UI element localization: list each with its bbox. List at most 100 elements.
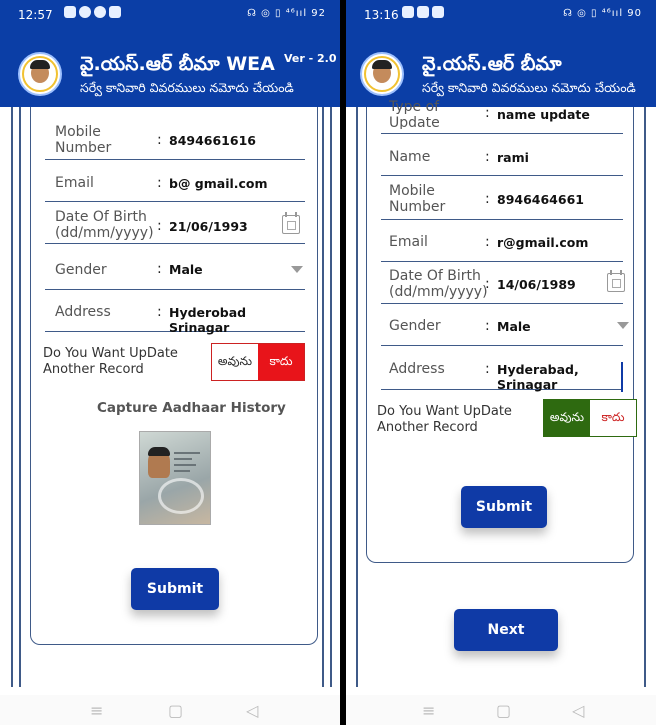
colon: : bbox=[485, 276, 490, 292]
app-logo bbox=[360, 52, 404, 96]
colon: : bbox=[157, 218, 162, 234]
calendar-icon[interactable] bbox=[282, 212, 300, 234]
menu-icon[interactable]: ≡ bbox=[422, 701, 435, 720]
form-card: Mobile Number : 8494661616 Email : b@ gm… bbox=[30, 107, 318, 645]
yes-option[interactable]: అవును bbox=[212, 344, 258, 380]
address-row[interactable]: Address : Hyderabad, Srinagar bbox=[381, 347, 623, 392]
colon: : bbox=[485, 318, 490, 334]
name-label: Name bbox=[389, 149, 431, 165]
status-bar: 12:57 ☊ ◎ ▯ ⁴⁶ııl 92 bbox=[0, 0, 340, 30]
gender-label: Gender bbox=[55, 262, 107, 278]
mobile-label: Mobile Number bbox=[389, 183, 446, 215]
name-row[interactable]: Name : rami bbox=[381, 135, 623, 176]
app-header: 13:16 ☊ ◎ ▯ ⁴⁶ııl 90 వై.యస్.ఆర్ బీమా సర్… bbox=[346, 0, 656, 107]
update-question: Do You Want UpDate Another Record bbox=[43, 346, 178, 377]
colon: : bbox=[485, 149, 490, 165]
mobile-value[interactable]: 8946464661 bbox=[497, 192, 584, 207]
type-row[interactable]: Type of Update : name update bbox=[381, 99, 623, 134]
chevron-down-icon[interactable] bbox=[617, 322, 629, 329]
dob-row[interactable]: Date Of Birth (dd/mm/yyyy) : 14/06/1989 bbox=[381, 263, 625, 304]
phone-screen-right: 13:16 ☊ ◎ ▯ ⁴⁶ııl 90 వై.యస్.ఆర్ బీమా సర్… bbox=[346, 0, 656, 725]
calendar-icon[interactable] bbox=[607, 270, 625, 292]
colon: : bbox=[157, 304, 162, 320]
chevron-down-icon[interactable] bbox=[291, 266, 303, 273]
notification-icons bbox=[402, 6, 444, 18]
email-label: Email bbox=[55, 175, 94, 191]
menu-icon[interactable]: ≡ bbox=[90, 701, 103, 720]
back-icon[interactable]: ◁ bbox=[572, 701, 584, 720]
mobile-row[interactable]: Mobile Number : 8494661616 bbox=[45, 107, 305, 160]
colon: : bbox=[157, 132, 162, 148]
dob-value[interactable]: 14/06/1989 bbox=[497, 277, 576, 292]
app-subtitle: సర్వే కానివారి వివరములు నమోదు చేయండి bbox=[80, 80, 294, 95]
back-icon[interactable]: ◁ bbox=[246, 701, 258, 720]
app-title: వై.యస్.ఆర్ బీమా WEA bbox=[80, 53, 275, 75]
colon: : bbox=[157, 175, 162, 191]
gender-value[interactable]: Male bbox=[497, 319, 531, 334]
gender-row[interactable]: Gender : Male bbox=[45, 245, 305, 290]
colon: : bbox=[485, 105, 490, 121]
colon: : bbox=[485, 234, 490, 250]
yes-option[interactable]: అవును bbox=[544, 400, 590, 436]
home-icon[interactable]: ▢ bbox=[168, 701, 183, 720]
email-label: Email bbox=[389, 234, 428, 250]
mobile-value[interactable]: 8494661616 bbox=[169, 133, 256, 148]
status-time: 13:16 bbox=[364, 8, 399, 22]
gender-row[interactable]: Gender : Male bbox=[381, 305, 629, 346]
address-row[interactable]: Address : Hyderobad Srinagar bbox=[45, 291, 305, 335]
cloud-icon bbox=[417, 6, 429, 18]
app-header: 12:57 ☊ ◎ ▯ ⁴⁶ııl 92 వై.యస్.ఆర్ బీమా WEA… bbox=[0, 0, 340, 107]
colon: : bbox=[485, 361, 490, 377]
outer-frame-line bbox=[19, 107, 21, 687]
colon: : bbox=[157, 261, 162, 277]
update-question: Do You Want UpDate Another Record bbox=[377, 404, 512, 435]
notification-icons bbox=[64, 6, 121, 18]
system-navigation-bar: ≡ ▢ ◁ bbox=[0, 695, 340, 725]
next-button[interactable]: Next bbox=[454, 609, 558, 651]
aadhaar-photo[interactable] bbox=[139, 431, 211, 525]
update-toggle[interactable]: అవును కాదు bbox=[211, 343, 305, 381]
status-indicators: ☊ ◎ ▯ ⁴⁶ııl 90 bbox=[563, 8, 642, 19]
mobile-label: Mobile Number bbox=[55, 124, 112, 156]
no-option[interactable]: కాదు bbox=[590, 400, 636, 436]
dob-label: Date Of Birth (dd/mm/yyyy) bbox=[389, 268, 488, 300]
address-label: Address bbox=[389, 361, 445, 377]
dob-value[interactable]: 21/06/1993 bbox=[169, 219, 248, 234]
chat-icon bbox=[94, 6, 106, 18]
outer-frame-line bbox=[330, 107, 332, 687]
whatsapp-icon bbox=[79, 6, 91, 18]
type-label: Type of Update bbox=[389, 99, 440, 129]
outer-frame-line bbox=[11, 107, 13, 687]
update-toggle[interactable]: అవును కాదు bbox=[543, 399, 637, 437]
gender-label: Gender bbox=[389, 318, 441, 334]
name-value[interactable]: rami bbox=[497, 150, 529, 165]
dob-label: Date Of Birth (dd/mm/yyyy) bbox=[55, 209, 154, 241]
type-value[interactable]: name update bbox=[497, 107, 590, 122]
form-content: Type of Update : name update Name : rami… bbox=[346, 99, 656, 725]
mobile-row[interactable]: Mobile Number : 8946464661 bbox=[381, 177, 623, 220]
submit-button[interactable]: Submit bbox=[461, 486, 547, 528]
address-value[interactable]: Hyderabad, Srinagar bbox=[497, 362, 623, 392]
email-row[interactable]: Email : b@ gmail.com bbox=[45, 161, 305, 202]
no-option[interactable]: కాదు bbox=[258, 344, 304, 380]
status-indicators: ☊ ◎ ▯ ⁴⁶ııl 92 bbox=[247, 8, 326, 19]
address-value[interactable]: Hyderobad Srinagar bbox=[169, 305, 305, 335]
gallery-icon bbox=[402, 6, 414, 18]
submit-button[interactable]: Submit bbox=[131, 568, 219, 610]
app-notification-icon bbox=[64, 6, 76, 18]
colon: : bbox=[485, 191, 490, 207]
status-bar: 13:16 ☊ ◎ ▯ ⁴⁶ııl 90 bbox=[346, 0, 656, 30]
app-title: వై.యస్.ఆర్ బీమా bbox=[422, 53, 562, 75]
gender-value[interactable]: Male bbox=[169, 262, 203, 277]
dob-row[interactable]: Date Of Birth (dd/mm/yyyy) : 21/06/1993 bbox=[45, 203, 305, 244]
address-label: Address bbox=[55, 304, 111, 320]
phone-screen-left: 12:57 ☊ ◎ ▯ ⁴⁶ııl 92 వై.యస్.ఆర్ బీమా WEA… bbox=[0, 0, 340, 725]
email-row[interactable]: Email : r@gmail.com bbox=[381, 221, 623, 262]
app-subtitle: సర్వే కానివారి వివరములు నమోదు చేయండి bbox=[422, 80, 636, 95]
system-navigation-bar: ≡ ▢ ◁ bbox=[346, 695, 656, 725]
version-label: Ver - 2.0 bbox=[284, 52, 337, 65]
home-icon[interactable]: ▢ bbox=[496, 701, 511, 720]
email-value[interactable]: b@ gmail.com bbox=[169, 176, 268, 191]
email-value[interactable]: r@gmail.com bbox=[497, 235, 588, 250]
gallery-icon bbox=[109, 6, 121, 18]
